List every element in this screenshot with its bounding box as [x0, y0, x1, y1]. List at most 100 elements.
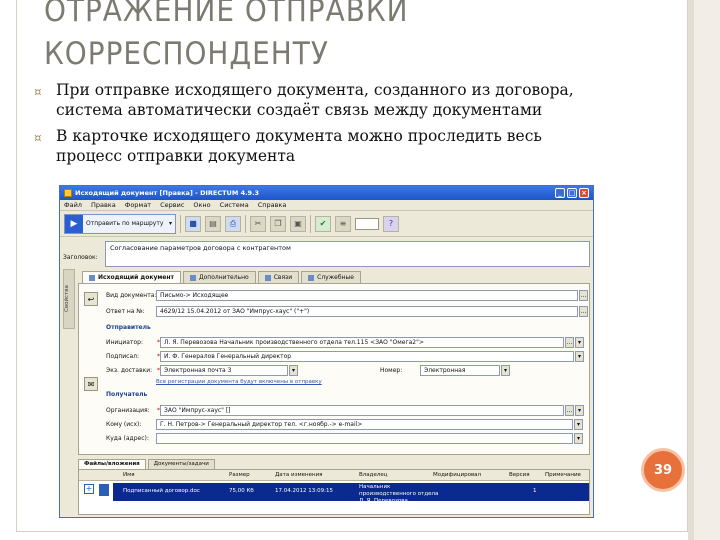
menu-item-window[interactable]: Окно [193, 201, 210, 209]
save-icon[interactable]: ■ [185, 215, 201, 232]
column-header[interactable]: Примечание [545, 472, 581, 478]
tab-additional[interactable]: Дополнительно [182, 271, 256, 283]
column-header[interactable]: Версия [509, 472, 530, 478]
add-file-icon[interactable]: + [84, 484, 94, 494]
card-tabs: Исходящий документ Дополнительно Связи С… [82, 271, 361, 283]
address-row: Куда (адрес): ▾ [106, 433, 583, 444]
files-grid-header: Имя Размер Дата изменения Владелец Модиф… [79, 470, 589, 481]
signed-row: Подписал: * И. Ф. Генералов Генеральный … [106, 351, 584, 362]
copies-field[interactable]: Электронная [420, 365, 500, 376]
menu-item-service[interactable]: Сервис [160, 201, 184, 209]
file-date-cell: 17.04.2012 13:09:15 [275, 488, 333, 494]
right-band [694, 0, 720, 540]
reply-icon[interactable]: ↩ [84, 292, 98, 306]
to-field[interactable]: Г. Н. Петров-> Генеральный директор тел.… [156, 419, 573, 430]
doc-kind-field[interactable]: Письмо-> Исходящее [156, 290, 578, 301]
delivery-row: Экз. доставки: * Электронная почта 3 ▾ Н… [106, 365, 510, 376]
minimize-icon[interactable]: _ [555, 188, 565, 198]
dropdown-button[interactable]: ▾ [289, 365, 298, 376]
toolbar-separator [310, 214, 311, 233]
tab-documents-tasks[interactable]: Документы/задачи [147, 459, 215, 469]
dropdown-button[interactable]: ▾ [574, 433, 583, 444]
document-icon [64, 189, 72, 197]
bullet-item: ¤ При отправке исходящего документа, соз… [34, 80, 674, 120]
help-icon[interactable]: ? [383, 215, 399, 232]
delivery-field[interactable]: Электронная почта 3 [160, 365, 288, 376]
files-grid: Имя Размер Дата изменения Владелец Модиф… [78, 469, 590, 515]
copies-label: Номер: [380, 367, 403, 374]
card-pane: ↩ ✉ Вид документа: Письмо-> Исходящее … … [78, 283, 590, 455]
properties-side-tab[interactable]: Свойства [63, 269, 75, 329]
tab-label: Связи [273, 274, 293, 281]
close-icon[interactable]: × [579, 188, 589, 198]
paste-icon[interactable]: ▣ [290, 215, 306, 232]
word-document-icon [99, 484, 109, 496]
dropdown-button[interactable]: ▾ [575, 405, 584, 416]
menu-bar: Файл Правка Формат Сервис Окно Система С… [60, 200, 593, 211]
play-icon: ▶ [65, 214, 83, 233]
toolbar-separator [245, 214, 246, 233]
column-header[interactable]: Владелец [359, 472, 388, 478]
menu-item-system[interactable]: Система [220, 201, 249, 209]
signed-field[interactable]: И. Ф. Генералов Генеральный директор [160, 351, 574, 362]
list-icon[interactable]: ≡ [335, 215, 351, 232]
bullet-1-line-2: система автоматически создаёт связь межд… [56, 101, 543, 119]
dropdown-button[interactable]: ▾ [575, 351, 584, 362]
tab-label: Служебные [317, 274, 354, 281]
lookup-button[interactable]: … [565, 405, 574, 416]
subject-label: Заголовок: [63, 254, 98, 261]
lookup-button[interactable]: … [565, 337, 574, 348]
window-title: Исходящий документ [Правка] - DIRECTUM 4… [75, 189, 260, 197]
slide-title: ОТРАЖЕНИЕ ОТПРАВКИ КОРРЕСПОНДЕНТУ [44, 0, 644, 76]
window-titlebar: Исходящий документ [Правка] - DIRECTUM 4… [60, 186, 593, 200]
dropdown-button[interactable]: ▾ [575, 337, 584, 348]
spellcheck-icon[interactable]: ✔ [315, 215, 331, 232]
bullet-2-line-2: процесс отправки документа [56, 147, 296, 165]
menu-item-edit[interactable]: Правка [91, 201, 116, 209]
column-header[interactable]: Размер [229, 472, 250, 478]
send-by-route-button[interactable]: ▶ Отправить по маршруту ▾ [64, 213, 176, 234]
lookup-button[interactable]: … [579, 290, 588, 301]
zoom-field[interactable] [355, 217, 379, 230]
address-label: Куда (адрес): [106, 435, 149, 442]
tab-service[interactable]: Служебные [301, 271, 361, 283]
subject-field[interactable]: Согласование параметров договора с контр… [105, 241, 590, 267]
bullet-item: ¤ В карточке исходящего документа можно … [34, 126, 674, 166]
reply-to-field[interactable]: 4629/12 15.04.2012 от ЗАО "Импрус-хаус" … [156, 306, 578, 317]
maximize-icon[interactable]: □ [567, 188, 577, 198]
tab-files[interactable]: Файлы/вложения [78, 459, 146, 469]
menu-item-help[interactable]: Справка [258, 201, 287, 209]
dropdown-button[interactable]: ▾ [574, 419, 583, 430]
column-header[interactable]: Дата изменения [275, 472, 322, 478]
initiator-field[interactable]: Л. Я. Перевозова Начальник производствен… [160, 337, 564, 348]
column-header[interactable]: Имя [123, 472, 135, 478]
tab-outgoing-document[interactable]: Исходящий документ [82, 271, 181, 283]
print-icon[interactable]: ⎙ [225, 215, 241, 232]
menu-item-format[interactable]: Формат [125, 201, 151, 209]
doc-kind-label: Вид документа: [106, 292, 157, 299]
table-row[interactable]: Подписанный договор.doc 75,00 Кб 17.04.2… [113, 483, 589, 504]
doc-kind-row: Вид документа: Письмо-> Исходящее … [106, 290, 588, 301]
delivery-info-link[interactable]: Все регистрации документа будут включены… [156, 379, 322, 385]
to-label: Кому (исх): [106, 421, 142, 428]
file-size-cell: 75,00 Кб [229, 488, 254, 494]
address-field[interactable] [156, 433, 573, 444]
cut-icon[interactable]: ✂ [250, 215, 266, 232]
document-icon[interactable]: ▤ [205, 215, 221, 232]
toolbar-separator [180, 214, 181, 233]
organization-row: Организация: * ЗАО "Импрус-хаус" [] … ▾ [106, 405, 584, 416]
initiator-label: Инициатор: [106, 339, 143, 346]
lookup-button[interactable]: … [579, 306, 588, 317]
dropdown-button[interactable]: ▾ [501, 365, 510, 376]
envelope-icon[interactable]: ✉ [84, 377, 98, 391]
menu-item-file[interactable]: Файл [64, 201, 82, 209]
send-by-route-label: Отправить по маршруту [86, 220, 164, 227]
tab-label: Исходящий документ [98, 274, 174, 281]
bullet-2-line-1: В карточке исходящего документа можно пр… [56, 127, 542, 145]
column-header[interactable]: Модифицировал [433, 472, 481, 478]
tab-links[interactable]: Связи [257, 271, 300, 283]
copy-icon[interactable]: ❐ [270, 215, 286, 232]
bullet-marker-icon: ¤ [34, 131, 42, 145]
chevron-down-icon[interactable]: ▾ [169, 220, 172, 227]
organization-field[interactable]: ЗАО "Импрус-хаус" [] [160, 405, 564, 416]
